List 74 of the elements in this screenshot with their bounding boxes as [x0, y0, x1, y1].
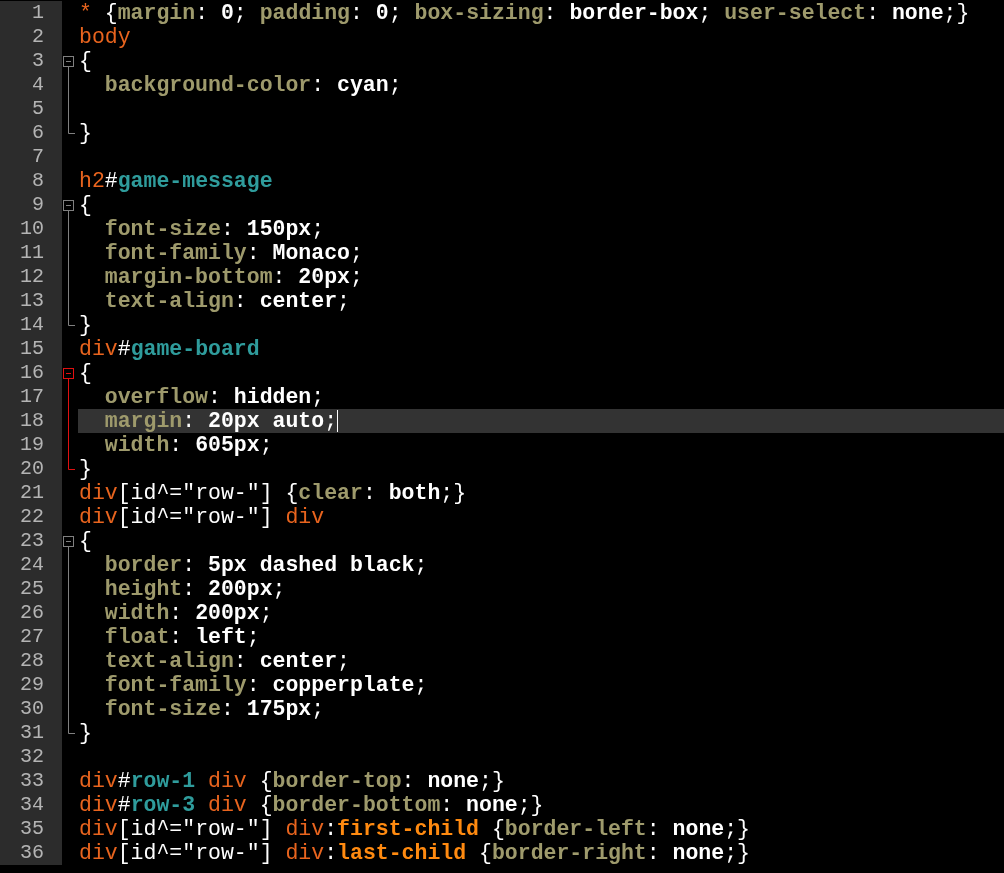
- line-number: 16: [20, 361, 44, 385]
- fold-toggle-icon[interactable]: [63, 56, 74, 73]
- line-number: 17: [20, 385, 44, 409]
- code-line: div[id^="row-"] div:last-child {border-right: none;}: [79, 841, 750, 865]
- line-number: 27: [20, 625, 44, 649]
- code-line: font-family: copperplate;: [103, 673, 428, 697]
- code-line: {: [79, 49, 92, 73]
- code-line: h2#game-message: [79, 169, 273, 193]
- code-line: }: [79, 457, 92, 481]
- code-line: margin: 20px auto;: [103, 409, 338, 433]
- line-number: 29: [20, 673, 44, 697]
- code-line: text-align: center;: [103, 289, 350, 313]
- code-line: {: [79, 361, 92, 385]
- line-number: 5: [32, 97, 44, 121]
- line-number: 14: [20, 313, 44, 337]
- line-number: 23: [20, 529, 44, 553]
- code-line: {: [79, 193, 92, 217]
- code-line: height: 200px;: [103, 577, 286, 601]
- line-number: 24: [20, 553, 44, 577]
- line-number: 28: [20, 649, 44, 673]
- code-line: div#game-board: [79, 337, 260, 361]
- line-number: 22: [20, 505, 44, 529]
- fold-toggle-icon[interactable]: [63, 200, 74, 217]
- code-line: div#row-1 div {border-top: none;}: [79, 769, 505, 793]
- code-line: font-size: 150px;: [103, 217, 325, 241]
- line-number: 31: [20, 721, 44, 745]
- line-number: 20: [20, 457, 44, 481]
- line-number: 33: [20, 769, 44, 793]
- code-line: margin-bottom: 20px;: [103, 265, 363, 289]
- code-line: div[id^="row-"] div: [79, 505, 325, 529]
- line-number: 18: [20, 409, 44, 433]
- line-number: 34: [20, 793, 44, 817]
- code-line: float: left;: [103, 625, 260, 649]
- line-number: 13: [20, 289, 44, 313]
- line-number: 36: [20, 841, 44, 865]
- code-line: width: 605px;: [103, 433, 273, 457]
- code-line: * {margin: 0; padding: 0; box-sizing: border-box; user-select: none;}: [79, 1, 970, 25]
- line-number: 2: [32, 25, 44, 49]
- line-number: 12: [20, 265, 44, 289]
- line-number: 15: [20, 337, 44, 361]
- code-line: }: [79, 313, 92, 337]
- line-number: 32: [20, 745, 44, 769]
- code-line: overflow: hidden;: [103, 385, 325, 409]
- line-number: 21: [20, 481, 44, 505]
- code-line: width: 200px;: [103, 601, 273, 625]
- fold-toggle-icon[interactable]: [63, 536, 74, 553]
- code-line: font-size: 175px;: [103, 697, 325, 721]
- line-number: 1: [32, 1, 44, 25]
- code-line: border: 5px dashed black;: [103, 553, 428, 577]
- line-number: 35: [20, 817, 44, 841]
- code-line: body: [79, 25, 131, 49]
- code-line: font-family: Monaco;: [103, 241, 363, 265]
- line-number: 25: [20, 577, 44, 601]
- code-line: div[id^="row-"] {clear: both;}: [79, 481, 467, 505]
- text-cursor: [337, 410, 339, 432]
- code-line: }: [79, 121, 92, 145]
- code-line: text-align: center;: [103, 649, 350, 673]
- code-line: {: [79, 529, 92, 553]
- line-number: 4: [32, 73, 44, 97]
- code-line: background-color: cyan;: [103, 73, 402, 97]
- line-number: 26: [20, 601, 44, 625]
- line-number: 7: [32, 145, 44, 169]
- code-line: div#row-3 div {border-bottom: none;}: [79, 793, 544, 817]
- code-line: div[id^="row-"] div:first-child {border-left: none;}: [79, 817, 750, 841]
- code-line: }: [79, 721, 92, 745]
- line-number: 30: [20, 697, 44, 721]
- line-number: 6: [32, 121, 44, 145]
- line-number: 11: [20, 241, 44, 265]
- line-number: 3: [32, 49, 44, 73]
- fold-toggle-icon[interactable]: [63, 368, 74, 385]
- line-number: 9: [32, 193, 44, 217]
- line-number: 8: [32, 169, 44, 193]
- line-number: 19: [20, 433, 44, 457]
- line-number: 10: [20, 217, 44, 241]
